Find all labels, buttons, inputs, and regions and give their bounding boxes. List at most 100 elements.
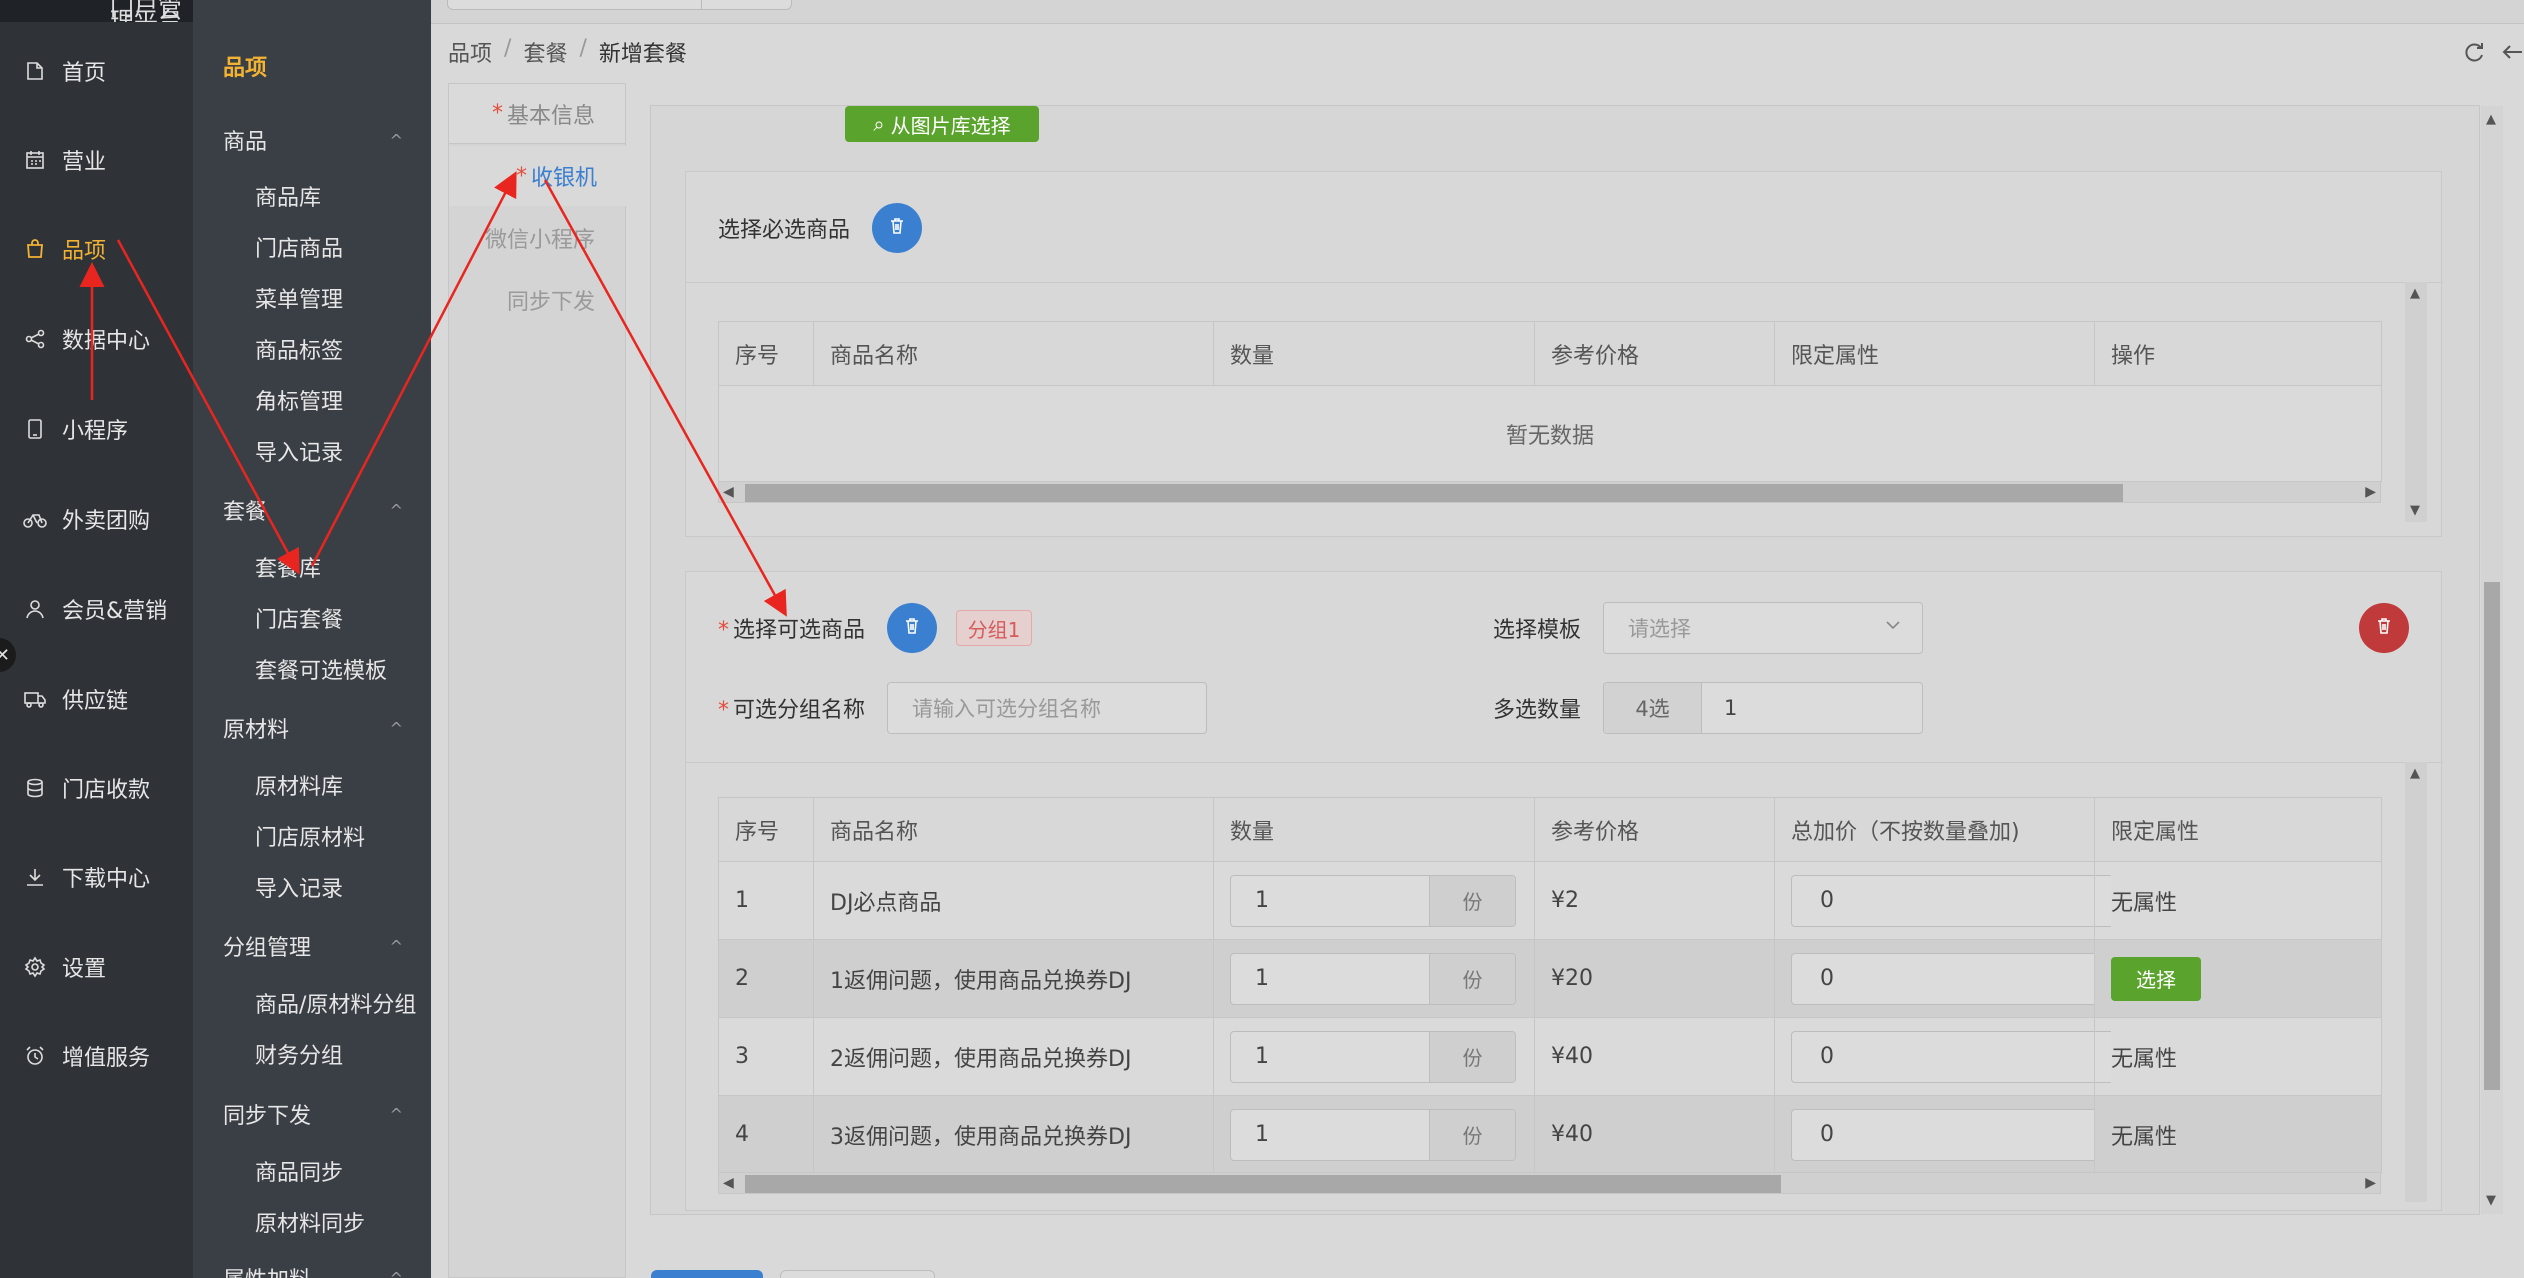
extra-price-cell: 0: [1774, 939, 2111, 1018]
cancel-button[interactable]: [780, 1270, 935, 1278]
extra-price-input[interactable]: 0: [1791, 952, 2111, 1005]
scrollbar-thumb[interactable]: [745, 484, 2123, 502]
select-optional-label: * 选择可选商品: [718, 612, 865, 644]
scrollbar-thumb[interactable]: [2484, 582, 2500, 1090]
extra-price-input[interactable]: 0: [1791, 1030, 2111, 1083]
subnav-item-badges[interactable]: 角标管理: [255, 384, 343, 416]
refresh-icon[interactable]: [2462, 40, 2488, 66]
nav-item-home[interactable]: 首页: [0, 42, 193, 100]
breadcrumb-item[interactable]: 品项: [448, 36, 492, 68]
nav-item-miniprogram[interactable]: 小程序: [0, 400, 193, 458]
scrollbar-thumb[interactable]: [745, 1175, 1781, 1193]
quantity-cell: 1份: [1213, 1095, 1535, 1174]
tab-basic-info[interactable]: * 基本信息: [449, 84, 625, 144]
subnav-item-store-goods[interactable]: 门店商品: [255, 231, 343, 263]
quantity-value: 1: [1255, 888, 1269, 913]
scroll-left-icon[interactable]: ◀: [723, 484, 734, 500]
price: ¥40: [1534, 1095, 1775, 1174]
subnav-item-combo-lib[interactable]: 套餐库: [255, 551, 321, 583]
group-name-input[interactable]: 请输入可选分组名称: [887, 682, 1207, 734]
template-select[interactable]: 请选择: [1603, 602, 1923, 654]
horizontal-scrollbar[interactable]: ◀ ▶: [718, 481, 2381, 503]
scroll-right-icon[interactable]: ▶: [2365, 1175, 2376, 1191]
subnav-item-goods-lib[interactable]: 商品库: [255, 180, 321, 212]
scroll-down-icon[interactable]: ▼: [2410, 503, 2420, 518]
submit-button[interactable]: [651, 1270, 763, 1278]
quantity-input[interactable]: 1份: [1230, 1030, 1516, 1083]
subnav-item-material-sync[interactable]: 原材料同步: [255, 1206, 365, 1238]
quantity-input[interactable]: 1份: [1230, 1108, 1516, 1161]
nav-item-download[interactable]: 下载中心: [0, 848, 193, 906]
nav-item-members[interactable]: 会员&营销: [0, 580, 193, 638]
database-icon: [22, 775, 48, 801]
subnav-group-goods[interactable]: 商品 ^: [223, 124, 403, 156]
nav-item-data-center[interactable]: 数据中心: [0, 310, 193, 368]
subnav-item-material-lib[interactable]: 原材料库: [255, 769, 343, 801]
back-arrow-icon[interactable]: [2500, 40, 2524, 66]
quantity-input[interactable]: 1份: [1230, 952, 1516, 1005]
subnav-group-combo[interactable]: 套餐 ^: [223, 494, 403, 526]
subnav-item-store-combo[interactable]: 门店套餐: [255, 602, 343, 634]
search-input[interactable]: [447, 0, 792, 10]
delete-group-button[interactable]: [2359, 603, 2409, 653]
subnav-group-materials[interactable]: 原材料 ^: [223, 712, 403, 744]
tab-cashier[interactable]: * 收银机: [449, 146, 627, 206]
subnav-item-store-material[interactable]: 门店原材料: [255, 820, 365, 852]
scroll-down-icon[interactable]: ▼: [2486, 1193, 2496, 1208]
quantity-input[interactable]: 1份: [1230, 874, 1516, 927]
extra-price-input[interactable]: 0: [1791, 874, 2111, 927]
delete-required-button[interactable]: [872, 203, 922, 253]
scroll-right-icon[interactable]: ▶: [2365, 484, 2376, 500]
nav-item-business[interactable]: 营业: [0, 131, 193, 189]
page-vertical-scrollbar[interactable]: ▲ ▼: [2481, 106, 2503, 1214]
subnav-item-tags[interactable]: 商品标签: [255, 333, 343, 365]
subnav-item-combo-template[interactable]: 套餐可选模板: [255, 653, 387, 685]
group-tag[interactable]: 分组1: [956, 610, 1032, 646]
nav-item-label: 门店收款: [62, 778, 151, 803]
nav-item-label: 品项: [62, 239, 107, 264]
row-number: 1: [718, 861, 814, 940]
nav-item-settings[interactable]: 设置: [0, 938, 193, 996]
subnav-item-finance-group[interactable]: 财务分组: [255, 1038, 343, 1070]
subnav-item-import[interactable]: 导入记录: [255, 435, 343, 467]
tab-wechat-miniprogram[interactable]: 微信小程序: [449, 208, 625, 268]
document-icon: [22, 58, 48, 84]
scroll-up-icon[interactable]: ▲: [2410, 766, 2420, 781]
subnav-item-goods-sync[interactable]: 商品同步: [255, 1155, 343, 1187]
extra-price-input[interactable]: 0: [1791, 1108, 2111, 1161]
nav-item-value-added[interactable]: 增值服务: [0, 1027, 193, 1085]
nav-item-store-payment[interactable]: 门店收款: [0, 759, 193, 817]
nav-item-products[interactable]: 品项: [0, 220, 193, 278]
select-attribute-button[interactable]: 选择: [2111, 956, 2201, 1001]
horizontal-scrollbar[interactable]: ◀ ▶: [718, 1172, 2381, 1194]
chevron-up-icon: ^: [389, 718, 403, 738]
attribute: 无属性: [2094, 1095, 2382, 1174]
table-header-row: 序号 商品名称 数量 参考价格 限定属性 操作: [718, 321, 2382, 386]
user-icon: [22, 596, 48, 622]
scroll-up-icon[interactable]: ▲: [2486, 112, 2496, 127]
scroll-left-icon[interactable]: ◀: [723, 1175, 734, 1191]
subnav-group-sync[interactable]: 同步下发 ^: [223, 1098, 403, 1130]
image-library-button[interactable]: ⌕ 从图片库选择: [845, 106, 1039, 142]
breadcrumb-item[interactable]: 套餐: [523, 36, 567, 68]
multi-select-input[interactable]: 4选 1: [1603, 682, 1923, 734]
optional-goods-table: 序号 商品名称 数量 参考价格 总加价（不按数量叠加) 限定属性 1 DJ必点商…: [718, 797, 2382, 1174]
subnav-item-menu[interactable]: 菜单管理: [255, 282, 343, 314]
required-goods-table: 序号 商品名称 数量 参考价格 限定属性 操作 暂无数据: [718, 321, 2382, 482]
nav-item-delivery[interactable]: 外卖团购: [0, 490, 193, 548]
subnav-group-grouping[interactable]: 分组管理 ^: [223, 930, 403, 962]
template-label: 选择模板: [1493, 618, 1582, 643]
scroll-up-icon[interactable]: ▲: [2410, 286, 2420, 301]
vertical-scrollbar[interactable]: ▲: [2405, 762, 2427, 1202]
column-header: 参考价格: [1534, 321, 1775, 386]
subnav-item-goods-group[interactable]: 商品/原材料分组: [255, 987, 416, 1019]
nav-item-label: 营业: [62, 150, 107, 175]
extra-price-value: 0: [1820, 888, 1834, 913]
nav-item-supply-chain[interactable]: 供应链: [0, 670, 193, 728]
vertical-scrollbar[interactable]: ▲ ▼: [2405, 282, 2427, 522]
subnav-item-material-import[interactable]: 导入记录: [255, 871, 343, 903]
gear-icon: [22, 954, 48, 980]
delete-optional-button[interactable]: [887, 603, 937, 653]
tab-sync[interactable]: 同步下发: [449, 270, 625, 330]
subnav-group-attributes[interactable]: 属性加料 ^: [223, 1262, 403, 1278]
